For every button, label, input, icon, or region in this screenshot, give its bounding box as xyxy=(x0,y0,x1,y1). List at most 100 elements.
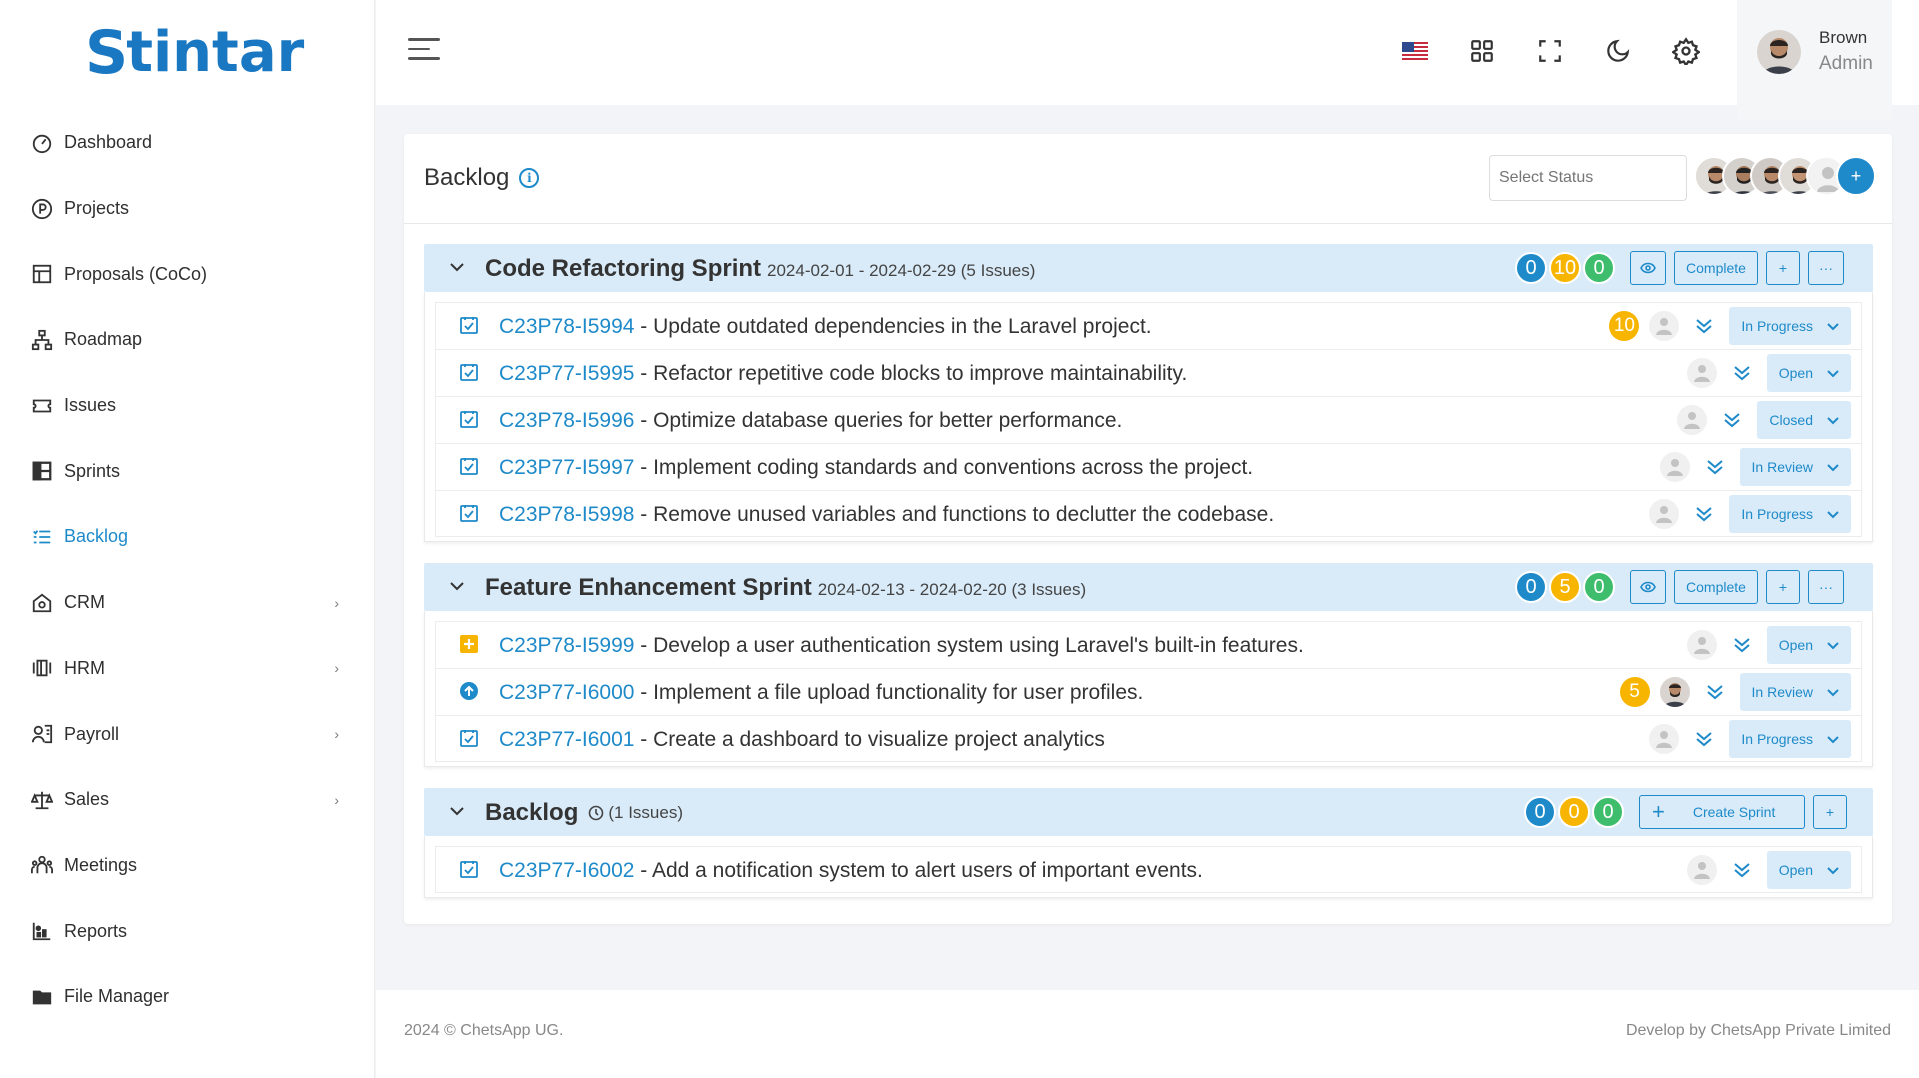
issue-text: C23P77-I5995 - Refactor repetitive code … xyxy=(499,362,1187,386)
issue-key-link[interactable]: C23P78-I5994 xyxy=(499,315,634,338)
sidebar-item-sprints[interactable]: Sprints xyxy=(0,438,375,504)
chevron-down-icon[interactable] xyxy=(448,802,466,820)
sprint-name: Feature Enhancement Sprint xyxy=(485,574,812,601)
issue-status-dropdown[interactable]: Open xyxy=(1766,851,1851,889)
issue-status-dropdown[interactable]: In Review xyxy=(1739,448,1851,486)
assignee-placeholder-icon[interactable] xyxy=(1677,405,1708,435)
sidebar-item-issues[interactable]: Issues xyxy=(0,373,375,439)
issue-row[interactable]: C23P77-I6001 - Create a dashboard to vis… xyxy=(435,715,1862,762)
issue-list: C23P78-I5999 - Develop a user authentica… xyxy=(424,611,1873,767)
issue-key-link[interactable]: C23P78-I5996 xyxy=(499,409,634,432)
issue-row[interactable]: C23P78-I5998 - Remove unused variables a… xyxy=(435,490,1862,537)
gear-icon[interactable] xyxy=(1671,36,1701,66)
priority-low-icon xyxy=(1693,315,1715,337)
improvement-arrow-up-icon xyxy=(460,682,478,700)
issue-title: - Remove unused variables and functions … xyxy=(634,503,1275,526)
issue-key-link[interactable]: C23P77-I6002 xyxy=(499,859,634,882)
us-flag-icon[interactable] xyxy=(1400,36,1430,66)
issue-row[interactable]: C23P78-I5999 - Develop a user authentica… xyxy=(435,621,1862,668)
issue-row[interactable]: C23P77-I6002 - Add a notification system… xyxy=(435,846,1862,893)
more-options-button[interactable]: ··· xyxy=(1808,570,1844,604)
avatar[interactable] xyxy=(1659,677,1690,707)
sidebar-item-crm[interactable]: CRM › xyxy=(0,570,375,636)
count-badge: 0 xyxy=(1515,252,1547,284)
sidebar-item-label: Payroll xyxy=(64,723,120,744)
more-options-button[interactable]: ··· xyxy=(1808,251,1844,285)
logo-text: tintar xyxy=(126,20,305,85)
issue-status-dropdown[interactable]: Closed xyxy=(1757,401,1851,439)
assignee-placeholder-icon[interactable] xyxy=(1649,724,1680,754)
issue-key-link[interactable]: C23P78-I5999 xyxy=(499,634,634,657)
fullscreen-icon[interactable] xyxy=(1535,36,1565,66)
issue-title: - Refactor repetitive code blocks to imp… xyxy=(634,362,1188,385)
sidebar-item-sales[interactable]: Sales › xyxy=(0,767,375,833)
status-label: In Progress xyxy=(1741,318,1813,334)
sidebar-item-label: Reports xyxy=(64,920,128,941)
brand-logo[interactable]: S tintar xyxy=(85,22,304,84)
apps-grid-icon[interactable] xyxy=(1467,36,1497,66)
issue-key-link[interactable]: C23P78-I5998 xyxy=(499,503,634,526)
create-sprint-button[interactable]: + Create Sprint xyxy=(1639,795,1805,829)
add-issue-button[interactable]: + xyxy=(1766,251,1800,285)
sidebar-item-hrm[interactable]: HRM › xyxy=(0,636,375,702)
issue-row[interactable]: C23P77-I6000 - Implement a file upload f… xyxy=(435,668,1862,715)
issue-status-dropdown[interactable]: In Progress xyxy=(1729,720,1851,758)
issue-row[interactable]: C23P77-I5997 - Implement coding standard… xyxy=(435,443,1862,490)
issue-status-dropdown[interactable]: Open xyxy=(1766,626,1851,664)
user-menu[interactable]: Brown Admin xyxy=(1737,0,1892,120)
sidebar-item-meetings[interactable]: Meetings xyxy=(0,833,375,899)
moon-icon[interactable] xyxy=(1603,36,1633,66)
dashboard-icon xyxy=(30,131,54,155)
issue-key-link[interactable]: C23P77-I5997 xyxy=(499,456,634,479)
assignee-placeholder-icon[interactable] xyxy=(1686,358,1717,388)
issue-status-dropdown[interactable]: In Progress xyxy=(1729,495,1851,533)
roadmap-icon xyxy=(30,328,54,352)
count-badge: 5 xyxy=(1549,571,1581,603)
complete-sprint-button[interactable]: Complete xyxy=(1674,251,1758,285)
issue-row[interactable]: C23P78-I5994 - Update outdated dependenc… xyxy=(435,302,1862,349)
folder-icon xyxy=(30,985,54,1009)
sprint-section: Code Refactoring Sprint 2024-02-01 - 2024… xyxy=(424,244,1873,542)
sidebar-item-projects[interactable]: Projects xyxy=(0,176,375,242)
sidebar-item-payroll[interactable]: Payroll › xyxy=(0,701,375,767)
eye-icon[interactable] xyxy=(1630,251,1666,285)
add-member-button[interactable]: + xyxy=(1836,156,1876,196)
complete-sprint-button[interactable]: Complete xyxy=(1674,570,1758,604)
menu-toggle-icon[interactable] xyxy=(408,38,440,64)
chevron-down-icon[interactable] xyxy=(448,577,466,595)
assignee-placeholder-icon[interactable] xyxy=(1686,630,1717,660)
info-icon[interactable]: i xyxy=(519,168,540,188)
issue-row[interactable]: C23P78-I5996 - Optimize database queries… xyxy=(435,396,1862,443)
issue-list: C23P78-I5994 - Update outdated dependenc… xyxy=(424,292,1873,542)
sidebar-item-backlog[interactable]: Backlog xyxy=(0,504,375,570)
sidebar-item-dashboard[interactable]: Dashboard xyxy=(0,110,375,176)
status-filter-select[interactable] xyxy=(1489,155,1687,201)
sidebar-item-reports[interactable]: Reports xyxy=(0,898,375,964)
chevron-right-icon: › xyxy=(334,791,339,808)
issue-key-link[interactable]: C23P77-I6000 xyxy=(499,681,634,704)
estimate-badge: 5 xyxy=(1619,677,1650,707)
assignee-placeholder-icon[interactable] xyxy=(1659,452,1690,482)
assignee-placeholder-icon[interactable] xyxy=(1649,311,1680,341)
sidebar-item-label: CRM xyxy=(64,592,105,613)
eye-icon[interactable] xyxy=(1630,570,1666,604)
add-issue-button[interactable]: + xyxy=(1766,570,1800,604)
assignee-placeholder-icon[interactable] xyxy=(1649,499,1680,529)
issue-row[interactable]: C23P77-I5995 - Refactor repetitive code … xyxy=(435,349,1862,396)
issue-text: C23P78-I5994 - Update outdated dependenc… xyxy=(499,315,1152,339)
team-avatars: + xyxy=(1694,156,1876,200)
developer-credit: Develop by ChetsApp Private Limited xyxy=(1625,1022,1891,1039)
issue-status-dropdown[interactable]: Open xyxy=(1766,354,1851,392)
chevron-down-icon[interactable] xyxy=(448,258,466,276)
sidebar-item-file-manager[interactable]: File Manager xyxy=(0,964,375,1030)
issue-status-dropdown[interactable]: In Review xyxy=(1739,673,1851,711)
issue-title: - Optimize database queries for better p… xyxy=(634,409,1123,432)
sidebar-item-roadmap[interactable]: Roadmap xyxy=(0,307,375,373)
assignee-placeholder-icon[interactable] xyxy=(1686,855,1717,885)
issue-status-dropdown[interactable]: In Progress xyxy=(1729,307,1851,345)
add-issue-button[interactable]: + xyxy=(1813,795,1847,829)
issue-key-link[interactable]: C23P77-I5995 xyxy=(499,362,634,385)
issue-key-link[interactable]: C23P77-I6001 xyxy=(499,728,634,751)
sidebar-item-proposals[interactable]: Proposals (CoCo) xyxy=(0,241,375,307)
sidebar-item-label: HRM xyxy=(64,657,105,678)
